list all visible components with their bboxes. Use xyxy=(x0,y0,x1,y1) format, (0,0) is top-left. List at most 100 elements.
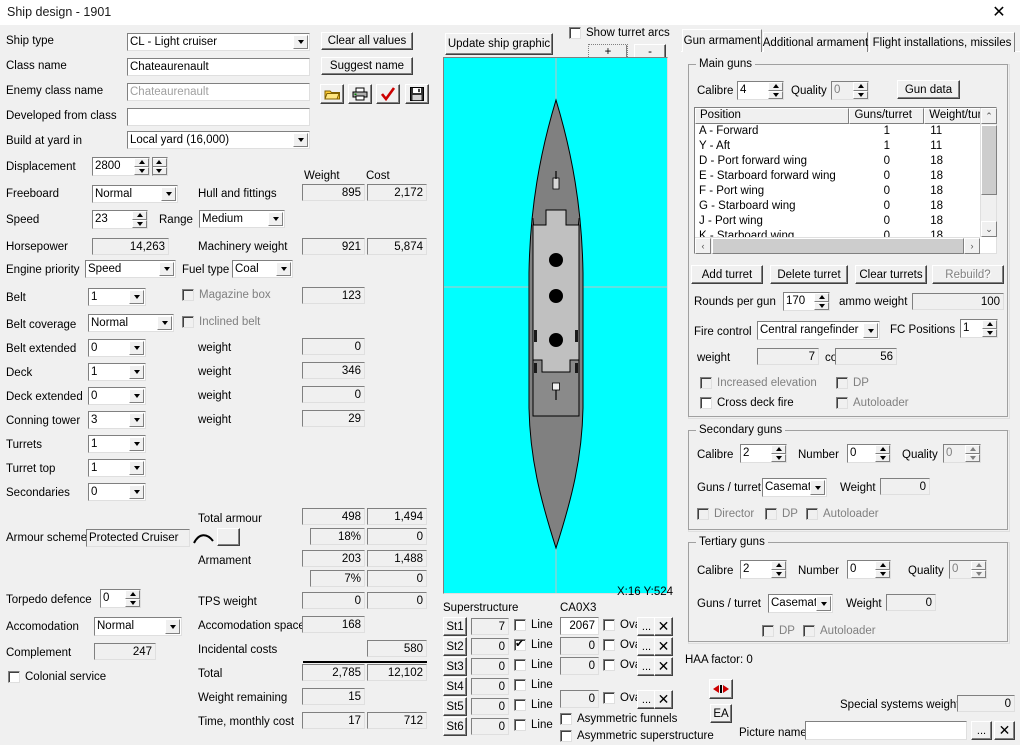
line-checkbox-st5[interactable]: Line xyxy=(514,699,553,711)
chevron-down-icon[interactable] xyxy=(129,437,144,451)
fc-positions-input[interactable]: 1 xyxy=(960,319,998,338)
picture-clear-button[interactable]: ✕ xyxy=(994,721,1015,740)
list-horizontal-scrollbar[interactable]: ‹ › xyxy=(695,237,980,254)
chevron-down-icon[interactable] xyxy=(129,485,144,499)
table-row[interactable]: D - Port forward wing 0 18 xyxy=(695,154,996,169)
table-row[interactable]: E - Starboard forward wing 0 18 xyxy=(695,169,996,184)
printer-icon[interactable] xyxy=(348,84,372,104)
clear-turrets-button[interactable]: Clear turrets xyxy=(855,265,927,284)
chevron-down-icon[interactable] xyxy=(165,619,180,634)
table-row[interactable]: A - Forward 1 11 xyxy=(695,124,996,139)
build-yard-combo[interactable]: Local yard (16,000) xyxy=(127,131,310,149)
scroll-thumb[interactable] xyxy=(981,125,997,195)
fc-positions-stepper[interactable] xyxy=(982,320,997,337)
main-calibre-stepper[interactable] xyxy=(768,82,783,99)
floppy-save-icon[interactable] xyxy=(405,84,429,104)
belt-combo[interactable]: 1 xyxy=(88,288,146,306)
torpedo-defence-stepper[interactable] xyxy=(125,590,140,607)
speed-input[interactable]: 23 xyxy=(92,210,148,229)
chevron-down-icon[interactable] xyxy=(129,413,144,427)
superstructure-button-st4[interactable]: St4 xyxy=(443,677,467,696)
tertiary-number-input[interactable]: 0 xyxy=(847,560,891,579)
asymmetric-funnels-checkbox[interactable]: Asymmetric funnels xyxy=(560,713,677,725)
funnel-value-1[interactable]: 2067 xyxy=(560,617,599,635)
rounds-per-gun-input[interactable]: 170 xyxy=(783,292,830,311)
line-checkbox-st6[interactable]: Line xyxy=(514,719,553,731)
chevron-down-icon[interactable] xyxy=(810,480,825,495)
secondary-number-stepper[interactable] xyxy=(875,445,890,462)
table-row[interactable]: Y - Aft 1 11 xyxy=(695,139,996,154)
tertiary-quality-input[interactable]: 0 xyxy=(949,560,987,579)
accomodation-combo[interactable]: Normal xyxy=(94,617,182,636)
ship-type-combo[interactable]: CL - Light cruiser xyxy=(127,33,310,51)
displacement-input[interactable]: 2800 xyxy=(92,157,150,176)
line-checkbox-st2[interactable]: Line xyxy=(514,637,553,651)
armour-scheme-button[interactable] xyxy=(217,528,240,546)
superstructure-button-st3[interactable]: St3 xyxy=(443,657,467,676)
developed-from-class-input[interactable] xyxy=(127,108,310,126)
chevron-down-icon[interactable] xyxy=(863,323,878,338)
line-checkbox-st1[interactable]: Line xyxy=(514,619,553,631)
fuel-type-combo[interactable]: Coal xyxy=(232,260,293,278)
update-ship-graphic-button[interactable]: Update ship graphic xyxy=(445,33,553,55)
tertiary-quality-stepper[interactable] xyxy=(971,561,986,578)
superstructure-button-st1[interactable]: St1 xyxy=(443,617,467,636)
funnel-value-2[interactable]: 0 xyxy=(560,637,599,655)
superstructure-button-st6[interactable]: St6 xyxy=(443,717,467,736)
tertiary-number-stepper[interactable] xyxy=(875,561,890,578)
chevron-down-icon[interactable] xyxy=(293,133,308,147)
list-vertical-scrollbar[interactable]: ⌃ ⌄ xyxy=(980,108,997,237)
class-name-input[interactable]: Chateaurenault xyxy=(127,58,310,76)
table-row[interactable]: G - Starboard wing 0 18 xyxy=(695,199,996,214)
gun-positions-list[interactable]: Position Guns/turret Weight/turret A - F… xyxy=(694,107,997,254)
superstructure-button-st5[interactable]: St5 xyxy=(443,697,467,716)
engine-priority-combo[interactable]: Speed xyxy=(85,260,176,278)
table-row[interactable]: F - Port wing 0 18 xyxy=(695,184,996,199)
secondary-number-input[interactable]: 0 xyxy=(847,444,891,463)
secondary-calibre-stepper[interactable] xyxy=(771,445,786,462)
chevron-down-icon[interactable] xyxy=(129,341,144,355)
chevron-down-icon[interactable] xyxy=(129,461,144,475)
funnel-clear-button-4[interactable]: ✕ xyxy=(654,690,673,709)
delete-turret-button[interactable]: Delete turret xyxy=(770,265,848,284)
line-checkbox-st3[interactable]: Line xyxy=(514,659,553,671)
chevron-down-icon[interactable] xyxy=(129,389,144,403)
gun-data-button[interactable]: Gun data xyxy=(897,80,960,99)
open-folder-icon[interactable] xyxy=(320,84,344,104)
ship-graphic-canvas[interactable] xyxy=(443,57,668,594)
enemy-class-name-input[interactable]: Chateaurenault xyxy=(127,83,310,101)
chevron-down-icon[interactable] xyxy=(129,290,144,304)
secondary-guns-turret-combo[interactable]: Casemate: xyxy=(762,478,827,497)
conning-tower-combo[interactable]: 3 xyxy=(88,411,146,429)
chevron-down-icon[interactable] xyxy=(129,365,144,379)
picture-browse-button[interactable]: ... xyxy=(971,721,992,740)
chevron-down-icon[interactable] xyxy=(816,596,831,611)
scroll-right-icon[interactable]: › xyxy=(964,238,980,254)
secondary-calibre-input[interactable]: 2 xyxy=(740,444,787,463)
deck-combo[interactable]: 1 xyxy=(88,363,146,381)
tertiary-calibre-stepper[interactable] xyxy=(771,561,786,578)
funnel-clear-button-2[interactable]: ✕ xyxy=(654,637,673,656)
table-row[interactable]: J - Port wing 0 18 xyxy=(695,214,996,229)
secondary-quality-input[interactable]: 0 xyxy=(943,444,981,463)
belt-extended-combo[interactable]: 0 xyxy=(88,339,146,357)
scroll-down-icon[interactable]: ⌄ xyxy=(981,221,997,237)
rounds-per-gun-stepper[interactable] xyxy=(814,293,829,310)
funnel-clear-button-1[interactable]: ✕ xyxy=(654,617,673,636)
chevron-down-icon[interactable] xyxy=(276,262,291,276)
add-turret-button[interactable]: Add turret xyxy=(691,265,763,284)
suggest-name-button[interactable]: Suggest name xyxy=(321,57,413,75)
displacement-stepper[interactable] xyxy=(134,158,149,175)
tertiary-guns-turret-combo[interactable]: Casemate: xyxy=(768,594,833,613)
tab-additional-armament[interactable]: Additional armament xyxy=(763,32,868,52)
close-icon[interactable]: ✕ xyxy=(984,3,1014,23)
funnel-clear-button-3[interactable]: ✕ xyxy=(654,657,673,676)
deck-extended-combo[interactable]: 0 xyxy=(88,387,146,405)
scroll-up-icon[interactable]: ⌃ xyxy=(981,108,997,124)
cross-deck-fire-checkbox[interactable]: Cross deck fire xyxy=(700,397,794,409)
secondaries-combo[interactable]: 0 xyxy=(88,483,146,501)
freeboard-combo[interactable]: Normal xyxy=(92,185,178,203)
fire-control-combo[interactable]: Central rangefinder xyxy=(757,321,880,340)
superstructure-button-st2[interactable]: St2 xyxy=(443,637,467,656)
check-mark-icon[interactable] xyxy=(376,84,400,104)
